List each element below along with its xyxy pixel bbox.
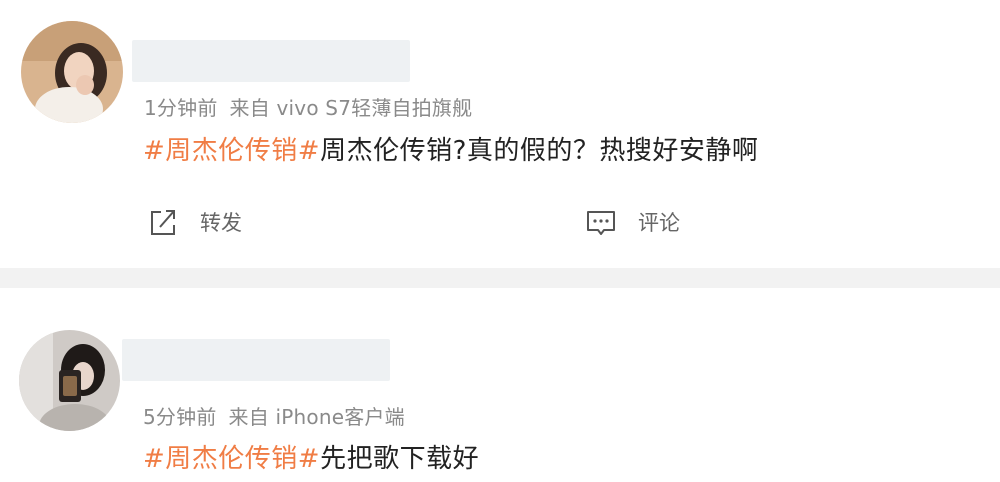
post-source: 来自 iPhone客户端	[228, 405, 405, 429]
share-icon	[151, 210, 175, 235]
post-source: 来自 vivo S7轻薄自拍旗舰	[229, 96, 473, 120]
post-text: 周杰伦传销?真的假的？热搜好安静啊	[320, 136, 759, 166]
username-redacted	[122, 339, 390, 381]
comment-button[interactable]: 评论	[584, 204, 680, 240]
feed-post: 1分钟前 来自 vivo S7轻薄自拍旗舰 #周杰伦传销#周杰伦传销?真的假的？热…	[0, 0, 1000, 268]
post-time: 5分钟前	[143, 405, 217, 429]
repost-button[interactable]: 转发	[146, 204, 242, 240]
comment-icon	[587, 211, 615, 235]
post-meta: 5分钟前 来自 iPhone客户端	[143, 401, 405, 430]
hashtag-link[interactable]: #周杰伦传销#	[143, 444, 320, 474]
post-meta: 1分钟前 来自 vivo S7轻薄自拍旗舰	[144, 92, 472, 121]
feed-post: 5分钟前 来自 iPhone客户端 #周杰伦传销#先把歌下载好	[0, 288, 1000, 482]
post-content: #周杰伦传销#先把歌下载好	[143, 438, 479, 475]
repost-label: 转发	[200, 211, 242, 235]
hashtag-link[interactable]: #周杰伦传销#	[143, 136, 320, 166]
comment-label: 评论	[638, 211, 680, 235]
avatar[interactable]	[19, 330, 120, 431]
weibo-feed: 1分钟前 来自 vivo S7轻薄自拍旗舰 #周杰伦传销#周杰伦传销?真的假的？热…	[0, 0, 1000, 482]
avatar[interactable]	[21, 21, 123, 123]
post-content: #周杰伦传销#周杰伦传销?真的假的？热搜好安静啊	[143, 130, 758, 167]
post-text: 先把歌下载好	[320, 444, 480, 474]
post-time: 1分钟前	[144, 96, 218, 120]
username-redacted	[132, 40, 410, 82]
feed-divider	[0, 268, 1000, 288]
